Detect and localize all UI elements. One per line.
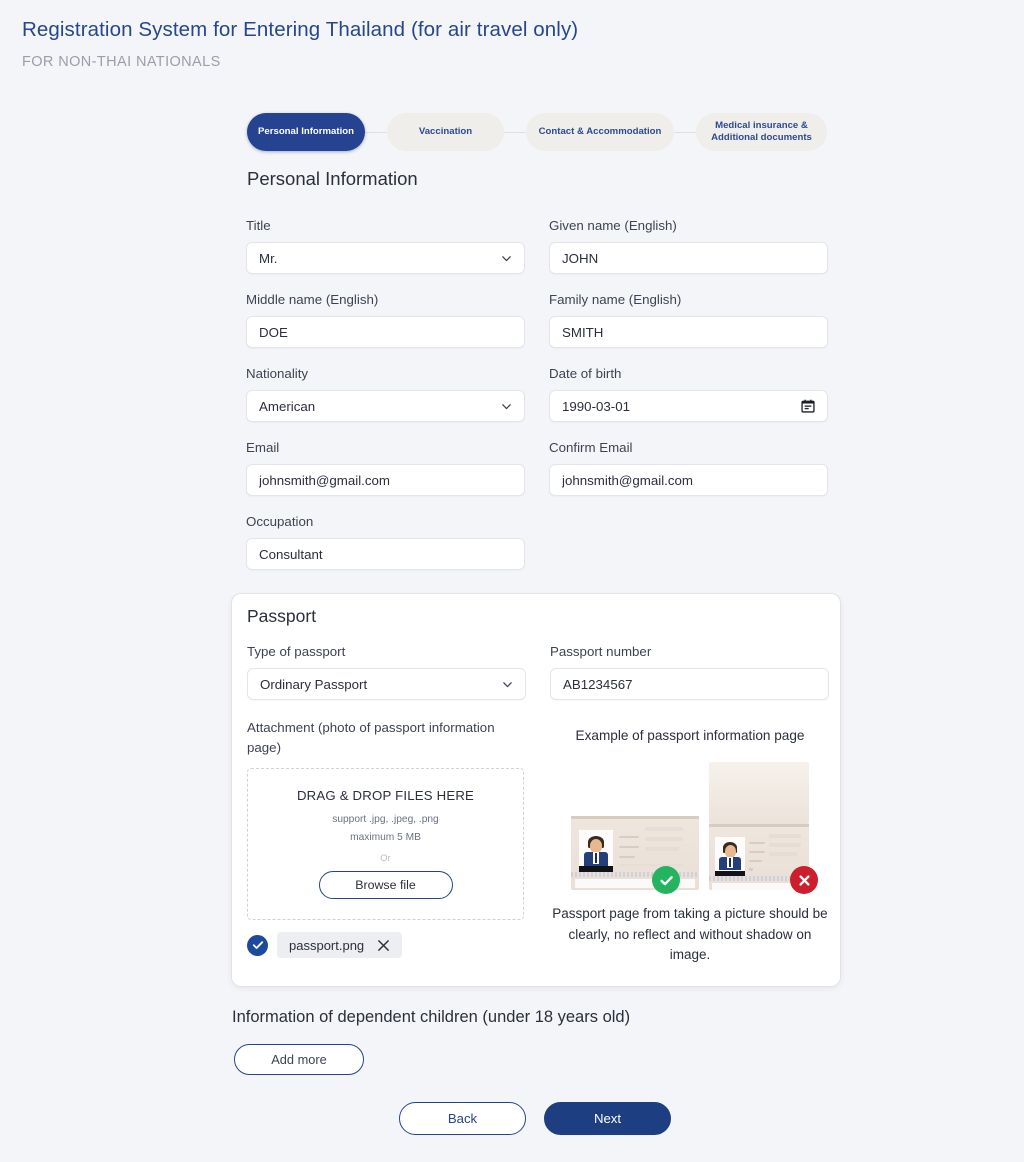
page-title: Registration System for Entering Thailan… — [22, 18, 579, 41]
field-nationality: Nationality American — [246, 366, 525, 422]
nationality-select-value: American — [259, 398, 316, 414]
field-label-middle-name: Middle name (English) — [246, 292, 379, 307]
date-of-birth-input[interactable]: 1990-03-01 — [549, 390, 828, 422]
field-label-nationality: Nationality — [246, 366, 309, 381]
dropzone-max-size: maximum 5 MB — [350, 832, 421, 844]
attached-file-chip: passport.png — [277, 932, 403, 958]
field-label-passport-number: Passport number — [550, 644, 652, 659]
form-row: Type of passport Ordinary Passport Passp… — [247, 644, 829, 700]
nationality-select[interactable]: American — [246, 390, 525, 422]
field-given-name: Given name (English) JOHN — [549, 218, 828, 274]
field-label-occupation: Occupation — [246, 514, 314, 529]
field-label-confirm-email: Confirm Email — [549, 440, 633, 455]
title-select-value: Mr. — [259, 250, 278, 266]
page-header: Registration System for Entering Thailan… — [0, 0, 1024, 70]
page-subtitle: FOR NON-THAI NATIONALS — [22, 54, 221, 70]
check-circle-icon — [247, 934, 268, 956]
field-label-date-of-birth: Date of birth — [549, 366, 622, 381]
passport-type-value: Ordinary Passport — [260, 676, 368, 692]
step-connector — [674, 131, 696, 133]
passport-example-section: Example of passport information page Pas… — [552, 726, 828, 966]
progress-stepper: Personal Information Vaccination Contact… — [247, 110, 827, 154]
field-label-passport-type: Type of passport — [247, 644, 346, 659]
dropzone-or-divider: Or — [380, 852, 391, 864]
email-input[interactable]: johnsmith@gmail.com — [246, 464, 525, 496]
close-icon[interactable] — [377, 939, 390, 952]
form-row: Email johnsmith@gmail.com Confirm Email … — [246, 440, 828, 496]
back-button[interactable]: Back — [399, 1102, 526, 1135]
dependent-children-title: Information of dependent children (under… — [232, 1008, 631, 1026]
field-label-title: Title — [246, 218, 271, 233]
field-family-name: Family name (English) SMITH — [549, 292, 828, 348]
form-row: Middle name (English) DOE Family name (E… — [246, 292, 828, 348]
passport-card: Passport Type of passport Ordinary Passp… — [231, 593, 841, 987]
passport-example-note: Passport page from taking a picture shou… — [552, 906, 828, 963]
step-connector — [504, 131, 526, 133]
attachment-label: Attachment (photo of passport informatio… — [247, 720, 495, 755]
attached-file-row: passport.png — [247, 932, 403, 958]
field-passport-number: Passport number AB1234567 — [550, 644, 829, 700]
passport-card-title: Passport — [247, 606, 317, 626]
field-label-given-name: Given name (English) — [549, 218, 677, 233]
step-connector — [365, 131, 387, 133]
confirm-email-value: johnsmith@gmail.com — [562, 472, 693, 488]
dropzone-supported-formats: support .jpg, .jpeg, .png — [332, 814, 439, 826]
family-name-input[interactable]: SMITH — [549, 316, 828, 348]
form-row: Title Mr. Given name (English) JOHN — [246, 218, 828, 274]
chevron-down-icon — [501, 401, 512, 412]
field-label-email: Email — [246, 440, 280, 455]
field-confirm-email: Confirm Email johnsmith@gmail.com — [549, 440, 828, 496]
step-tab-vaccination[interactable]: Vaccination — [387, 113, 504, 151]
title-select[interactable]: Mr. — [246, 242, 525, 274]
middle-name-input[interactable]: DOE — [246, 316, 525, 348]
file-dropzone[interactable]: DRAG & DROP FILES HERE support .jpg, .jp… — [247, 767, 524, 920]
occupation-value: Consultant — [259, 546, 323, 562]
calendar-icon[interactable] — [801, 399, 815, 413]
chevron-down-icon — [501, 253, 512, 264]
passport-example-illustrations — [552, 754, 828, 896]
attachment-section: Attachment (photo of passport informatio… — [247, 718, 526, 920]
form-row: Nationality American Date of birth 1990-… — [246, 366, 828, 422]
close-circle-icon — [790, 866, 818, 895]
attached-file-name: passport.png — [289, 937, 365, 953]
add-more-button[interactable]: Add more — [234, 1044, 364, 1075]
confirm-email-input[interactable]: johnsmith@gmail.com — [549, 464, 828, 496]
middle-name-value: DOE — [259, 324, 288, 340]
field-middle-name: Middle name (English) DOE — [246, 292, 525, 348]
registration-page: Registration System for Entering Thailan… — [0, 0, 1024, 1162]
field-email: Email johnsmith@gmail.com — [246, 440, 525, 496]
step-tab-medical-insurance[interactable]: Medical insurance & Additional documents — [696, 113, 827, 151]
field-occupation: Occupation Consultant — [246, 514, 525, 570]
browse-file-button[interactable]: Browse file — [318, 871, 453, 900]
chevron-down-icon — [502, 679, 513, 690]
passport-number-input[interactable]: AB1234567 — [550, 668, 829, 700]
dropzone-title: DRAG & DROP FILES HERE — [296, 788, 475, 804]
family-name-value: SMITH — [562, 324, 604, 340]
field-passport-type: Type of passport Ordinary Passport — [247, 644, 526, 700]
form-row: Occupation Consultant — [246, 514, 828, 570]
occupation-input[interactable]: Consultant — [246, 538, 525, 570]
step-tab-contact-accommodation[interactable]: Contact & Accommodation — [526, 113, 674, 151]
form-navigation: Back Next — [399, 1102, 671, 1135]
given-name-input[interactable]: JOHN — [549, 242, 828, 274]
field-label-family-name: Family name (English) — [549, 292, 682, 307]
field-title: Title Mr. — [246, 218, 525, 274]
field-date-of-birth: Date of birth 1990-03-01 — [549, 366, 828, 422]
date-of-birth-value: 1990-03-01 — [562, 398, 631, 414]
passport-form: Type of passport Ordinary Passport Passp… — [247, 644, 829, 718]
given-name-value: JOHN — [562, 250, 599, 266]
next-button[interactable]: Next — [544, 1102, 671, 1135]
passport-type-select[interactable]: Ordinary Passport — [247, 668, 526, 700]
email-value: johnsmith@gmail.com — [259, 472, 390, 488]
passport-example-title: Example of passport information page — [575, 728, 805, 743]
section-title-personal-information: Personal Information — [247, 168, 418, 189]
passport-number-value: AB1234567 — [563, 676, 633, 692]
step-tab-personal-information[interactable]: Personal Information — [247, 113, 365, 151]
personal-information-form: Title Mr. Given name (English) JOHN Midd… — [246, 218, 828, 588]
